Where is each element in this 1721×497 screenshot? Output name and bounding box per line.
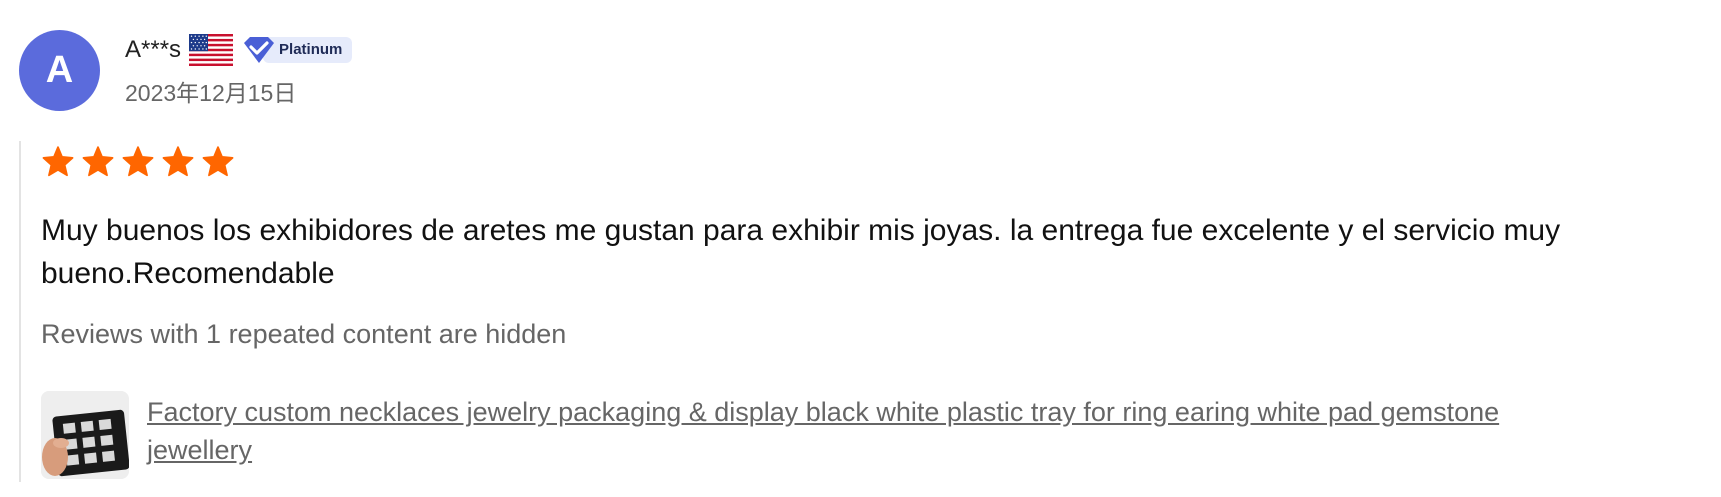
review-card: A A***s Platinum 2023年12月15日 Muy buenos … — [0, 0, 1721, 497]
product-item[interactable]: Factory custom necklaces jewelry packagi… — [41, 391, 1641, 481]
review-text: Muy buenos los exhibidores de aretes me … — [41, 214, 1561, 290]
star-icon — [122, 146, 154, 177]
avatar: A — [19, 30, 100, 111]
jewelry-tray-image — [41, 391, 129, 479]
star-icon — [162, 146, 194, 177]
us-flag-icon — [189, 34, 234, 66]
reviewer-name: A***s — [125, 36, 182, 63]
review-date: 2023年12月15日 — [125, 80, 297, 106]
review-body: Muy buenos los exhibidores de aretes me … — [19, 141, 1681, 482]
avatar-letter: A — [45, 49, 74, 91]
product-title-link[interactable]: Factory custom necklaces jewelry packagi… — [147, 393, 1607, 469]
diamond-check-icon — [244, 37, 275, 63]
reviewer-row: A***s Platinum — [125, 34, 353, 66]
product-thumbnail[interactable] — [41, 391, 129, 479]
hidden-reviews-note: Reviews with 1 repeated content are hidd… — [41, 319, 567, 349]
star-icon — [202, 146, 234, 177]
platinum-badge: Platinum — [241, 36, 353, 64]
star-rating — [41, 145, 241, 179]
star-icon — [82, 146, 114, 177]
star-icon — [42, 146, 74, 177]
